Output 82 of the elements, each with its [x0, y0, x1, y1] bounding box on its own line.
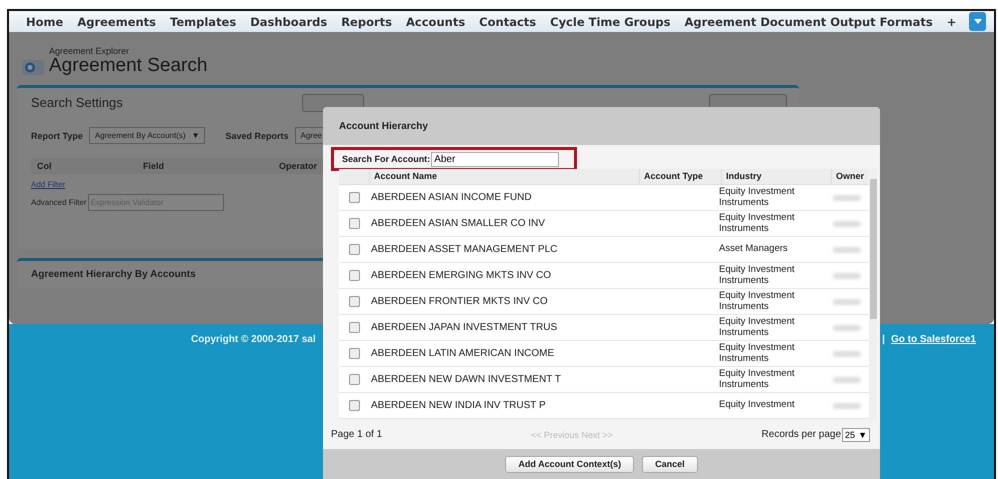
- nav-tab[interactable]: Templates: [163, 14, 244, 28]
- account-name-cell-text: ABERDEEN ASIAN SMALLER CO INV: [370, 218, 546, 229]
- report-type-label: Report Type: [31, 130, 83, 140]
- report-type-select[interactable]: Agreement By Account(s) ▼: [88, 127, 206, 144]
- page-subtitle: Agreement Explorer: [49, 46, 130, 56]
- panel-title: Search Settings: [30, 94, 124, 112]
- industry-cell-text: Equity Investment Instruments: [719, 343, 796, 364]
- account-row[interactable]: ABERDEEN NEW DAWN INVESTMENT T Equity Investment Instruments: [339, 367, 869, 393]
- nav-tab[interactable]: Cycle Time Groups: [543, 14, 678, 28]
- cancel-button[interactable]: Cancel: [642, 456, 698, 472]
- account-name-cell-text: ABERDEEN EMERGING MKTS INV CO: [370, 270, 552, 281]
- industry-cell-text: Equity Investment: [719, 400, 796, 411]
- add-tab-button[interactable]: +: [940, 14, 964, 28]
- account-row[interactable]: ABERDEEN FRONTIER MKTS INV CO Equity Investment Instruments: [339, 289, 869, 315]
- industry-cell-text: Equity Investment Instruments: [719, 187, 796, 208]
- page-indicator: Page 1 of 1: [331, 429, 382, 440]
- column-header: Account Type: [639, 169, 721, 184]
- column-header: Industry: [721, 169, 831, 184]
- account-name-cell-text: ABERDEEN ASSET MANAGEMENT PLC: [370, 244, 558, 255]
- account-row[interactable]: ABERDEEN EMERGING MKTS INV CO Equity Investment Instruments: [339, 263, 869, 289]
- redacted-owner: [833, 350, 861, 356]
- industry-cell-text: Equity Investment Instruments: [719, 213, 796, 234]
- saved-reports-label: Saved Reports: [225, 130, 289, 140]
- account-row[interactable]: ABERDEEN ASIAN SMALLER CO INV Equity Investment Instruments: [339, 211, 869, 237]
- industry-cell-text: Equity Investment Instruments: [719, 369, 796, 390]
- search-field[interactable]: Aber: [431, 152, 560, 166]
- row-checkbox[interactable]: [348, 348, 360, 359]
- account-name-cell-text: ABERDEEN NEW INDIA INV TRUST P: [370, 400, 547, 411]
- add-context-button[interactable]: Add Account Context(s): [505, 456, 634, 472]
- dialog-title: Account Hierarchy: [339, 120, 428, 132]
- advanced-filter-label: Advanced Filter: [31, 198, 87, 207]
- search-label: Search For Account:: [342, 154, 430, 164]
- scrollbar[interactable]: [869, 169, 877, 422]
- row-checkbox[interactable]: [348, 296, 360, 307]
- account-name-cell-text: ABERDEEN LATIN AMERICAN INCOME: [370, 348, 556, 359]
- records-per-page-select[interactable]: 25 ▼: [842, 428, 870, 442]
- nav-tab[interactable]: Accounts: [399, 14, 472, 28]
- account-name-cell-text: ABERDEEN ASIAN INCOME FUND: [370, 192, 533, 203]
- industry-cell-text: Equity Investment Instruments: [719, 265, 796, 286]
- industry-cell-text: Asset Managers: [719, 244, 789, 255]
- row-checkbox[interactable]: [348, 270, 360, 281]
- nav-tab[interactable]: Dashboards: [243, 14, 334, 28]
- row-checkbox[interactable]: [348, 322, 360, 333]
- account-name-cell-text: ABERDEEN FRONTIER MKTS INV CO: [370, 296, 549, 307]
- redacted-owner: [833, 376, 861, 382]
- account-row[interactable]: ABERDEEN ASSET MANAGEMENT PLC Asset Managers: [339, 237, 869, 263]
- column-header: Col: [36, 161, 52, 171]
- caret-icon: [974, 19, 982, 24]
- account-row[interactable]: ABERDEEN LATIN AMERICAN INCOME Equity Investment Instruments: [339, 341, 869, 367]
- account-name-cell-text: ABERDEEN NEW DAWN INVESTMENT T: [370, 374, 562, 385]
- records-per-page-label: Records per page: [762, 429, 842, 440]
- page-title: Agreement Search: [49, 56, 208, 76]
- redacted-owner: [833, 324, 861, 330]
- separator-text: |: [882, 334, 885, 345]
- copyright-text: Copyright © 2000-2017 sal: [191, 334, 316, 347]
- account-name-cell-text: ABERDEEN JAPAN INVESTMENT TRUS: [370, 322, 558, 333]
- nav-tab[interactable]: Reports: [334, 14, 400, 28]
- redacted-owner: [833, 272, 861, 278]
- redacted-owner: [833, 298, 861, 304]
- redacted-owner: [833, 246, 861, 252]
- account-row[interactable]: ABERDEEN JAPAN INVESTMENT TRUS Equity Investment Instruments: [339, 315, 869, 341]
- account-row[interactable]: ABERDEEN NEW INDIA INV TRUST P Equity Investment: [339, 393, 869, 419]
- redacted-owner: [833, 220, 861, 226]
- row-checkbox[interactable]: [348, 218, 360, 229]
- account-row[interactable]: ABERDEEN ASIAN INCOME FUND Equity Investment Instruments: [339, 185, 869, 211]
- nav-tab[interactable]: Agreement Document Output Formats: [677, 14, 940, 28]
- column-header: Field: [142, 161, 166, 171]
- redacted-owner: [833, 194, 861, 200]
- nav-tab[interactable]: Agreements: [70, 14, 164, 28]
- panel-title: Agreement Hierarchy By Accounts: [30, 268, 197, 282]
- industry-cell-text: Equity Investment Instruments: [719, 291, 796, 312]
- column-header: Operator: [278, 161, 318, 171]
- row-checkbox[interactable]: [348, 400, 360, 411]
- industry-cell-text: Equity Investment Instruments: [719, 317, 796, 338]
- column-header: Account Name: [369, 169, 639, 184]
- nav-tab[interactable]: Home: [19, 14, 70, 28]
- nav-tab[interactable]: Contacts: [472, 14, 544, 28]
- row-checkbox[interactable]: [348, 244, 360, 255]
- dropdown-button[interactable]: [969, 12, 986, 31]
- row-checkbox[interactable]: [348, 374, 360, 385]
- row-checkbox[interactable]: [348, 192, 360, 203]
- redacted-owner: [833, 402, 861, 408]
